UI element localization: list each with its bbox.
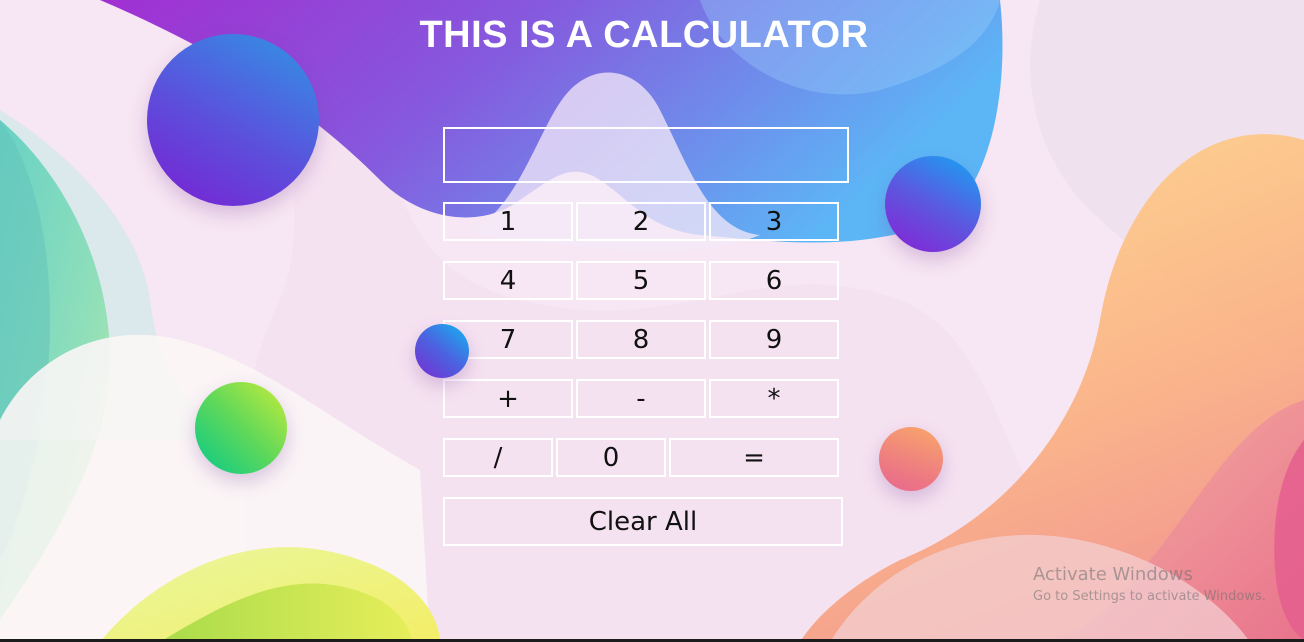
- calculator-display[interactable]: [443, 127, 849, 183]
- activate-windows-watermark: Activate Windows Go to Settings to activ…: [1033, 564, 1266, 606]
- page-title: THIS IS A CALCULATOR: [419, 14, 869, 56]
- decorative-circle-green: [195, 382, 287, 474]
- watermark-subtitle: Go to Settings to activate Windows.: [1033, 589, 1266, 604]
- key-3[interactable]: 3: [709, 202, 839, 241]
- key-multiply[interactable]: *: [709, 379, 839, 418]
- key-5[interactable]: 5: [576, 261, 706, 300]
- key-6[interactable]: 6: [709, 261, 839, 300]
- key-4[interactable]: 4: [443, 261, 573, 300]
- key-8[interactable]: 8: [576, 320, 706, 359]
- key-subtract[interactable]: -: [576, 379, 706, 418]
- decorative-circle-blue-small: [415, 324, 469, 378]
- decorative-circle-purple-large: [147, 34, 319, 206]
- key-divide[interactable]: /: [443, 438, 553, 477]
- key-1[interactable]: 1: [443, 202, 573, 241]
- key-2[interactable]: 2: [576, 202, 706, 241]
- key-0[interactable]: 0: [556, 438, 666, 477]
- key-9[interactable]: 9: [709, 320, 839, 359]
- key-equals[interactable]: =: [669, 438, 839, 477]
- decorative-circle-blue-right: [885, 156, 981, 252]
- key-add[interactable]: +: [443, 379, 573, 418]
- watermark-title: Activate Windows: [1033, 564, 1193, 585]
- decorative-circle-orange: [879, 427, 943, 491]
- page: THIS IS A CALCULATOR 1 2 3 4 5 6 7 8 9 +…: [0, 0, 1304, 642]
- clear-all-button[interactable]: Clear All: [443, 497, 843, 546]
